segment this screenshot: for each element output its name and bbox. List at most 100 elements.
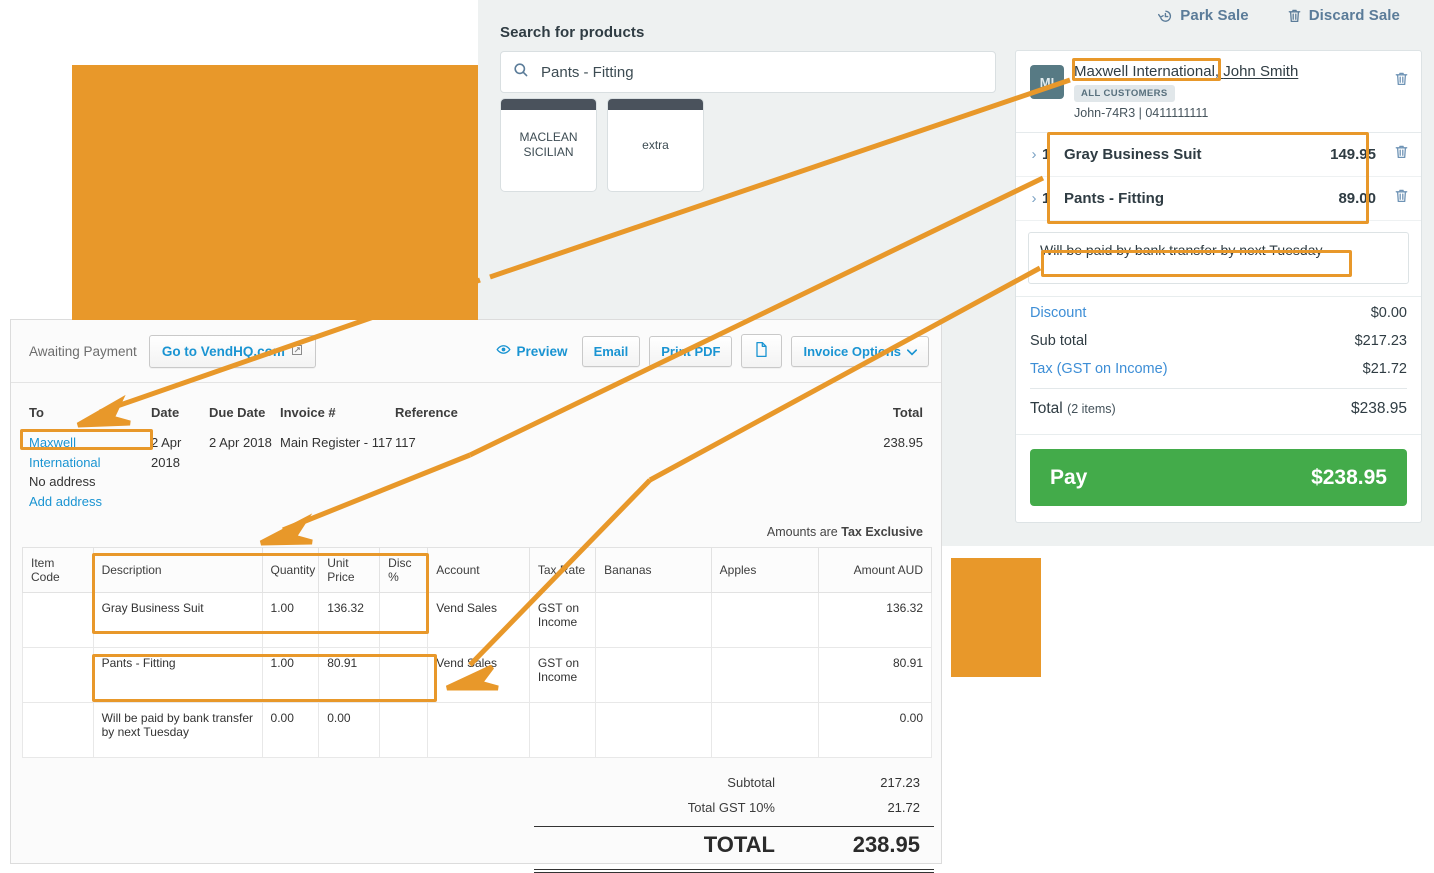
date-label: Date xyxy=(151,405,180,420)
due-date-value: 2 Apr 2018 xyxy=(209,435,272,450)
cell-apples xyxy=(710,702,819,758)
go-to-vendhq-button[interactable]: Go to VendHQ.com xyxy=(148,334,316,368)
invoice-total-column: Total 238.95 xyxy=(525,405,923,511)
cart-line-item[interactable]: › 1 Gray Business Suit 149.95 xyxy=(1016,133,1421,177)
sale-note-input[interactable]: Will be paid by bank transfer by next Tu… xyxy=(1028,232,1409,284)
product-tile[interactable]: MACLEAN SICILIAN xyxy=(500,98,597,192)
col-quantity: Quantity xyxy=(261,547,320,593)
cell-apples xyxy=(710,592,819,648)
preview-button[interactable]: Preview xyxy=(495,342,568,360)
invoice-reference-column: Reference 117 xyxy=(395,405,525,511)
cart-customer-row: MI Maxwell International, John Smith ALL… xyxy=(1016,51,1421,133)
tile-color-cap xyxy=(501,99,596,110)
cell-amount: 0.00 xyxy=(817,702,933,758)
remove-line-item-icon[interactable] xyxy=(1394,188,1409,209)
attach-file-button[interactable] xyxy=(741,334,783,368)
invoice-number-column: Invoice # Main Register - 117 xyxy=(280,405,395,511)
customer-name[interactable]: Maxwell International, John Smith xyxy=(1074,63,1388,80)
add-address-link[interactable]: Add address xyxy=(29,492,151,512)
annotation-redaction-block xyxy=(951,558,1041,677)
product-tile[interactable]: extra xyxy=(607,98,704,192)
col-disc: Disc % xyxy=(379,547,429,593)
totals-row-total: Total (2 items) $238.95 xyxy=(1030,388,1407,424)
table-row[interactable]: Gray Business Suit 1.00 136.32 Vend Sale… xyxy=(22,592,933,648)
invoice-gst-row: Total GST 10% 21.72 xyxy=(22,795,930,820)
tax-label[interactable]: Tax (GST on Income) xyxy=(1030,361,1168,377)
search-box[interactable] xyxy=(500,51,996,93)
cell-item-code xyxy=(22,647,94,703)
cart-line-item[interactable]: › 1 Pants - Fitting 89.00 xyxy=(1016,177,1421,221)
reference-value: 117 xyxy=(395,435,416,450)
remove-customer-icon[interactable] xyxy=(1394,71,1409,92)
cell-bananas xyxy=(595,702,712,758)
invoice-total-label: Total xyxy=(892,405,923,420)
cell-quantity: 1.00 xyxy=(261,647,320,703)
cell-disc xyxy=(379,702,429,758)
search-label: Search for products xyxy=(500,24,645,41)
line-item-price: 89.00 xyxy=(1338,190,1376,207)
cart-total-text: Total xyxy=(1030,400,1063,417)
cell-account xyxy=(427,702,530,758)
cart-total-label: Total (2 items) xyxy=(1030,400,1116,418)
invoice-table-header-row: Item Code Description Quantity Unit Pric… xyxy=(22,547,933,593)
line-item-qty: 1 xyxy=(1042,190,1051,207)
invoice-date-column: Date 2 Apr 2018 xyxy=(151,405,209,511)
search-icon xyxy=(513,62,529,83)
pay-button[interactable]: Pay $238.95 xyxy=(1030,449,1407,506)
cart-panel: MI Maxwell International, John Smith ALL… xyxy=(1015,50,1422,523)
line-item-name: Pants - Fitting xyxy=(1064,190,1164,207)
chevron-down-icon xyxy=(906,344,918,359)
cell-description: Gray Business Suit xyxy=(92,592,263,648)
customer-group-badge: ALL CUSTOMERS xyxy=(1074,85,1175,102)
invoice-subtotal-label: Subtotal xyxy=(727,775,775,790)
pos-topbar-actions: Park Sale Discard Sale xyxy=(1157,7,1400,24)
product-tile-label: extra xyxy=(642,137,669,152)
product-tile-label: MACLEAN SICILIAN xyxy=(519,130,578,159)
preview-label: Preview xyxy=(516,343,568,359)
table-row[interactable]: Will be paid by bank transfer by next Tu… xyxy=(22,702,933,758)
col-account: Account xyxy=(427,547,530,593)
cell-tax-rate: GST on Income xyxy=(528,647,597,703)
cart-total-item-count: (2 items) xyxy=(1067,402,1116,416)
invoice-to-column: To Maxwell International No address Add … xyxy=(29,405,151,511)
invoice-contact-name[interactable]: Maxwell International xyxy=(29,433,151,472)
totals-double-divider xyxy=(534,869,934,873)
cell-description: Pants - Fitting xyxy=(92,647,263,703)
invoice-gst-value: 21.72 xyxy=(887,800,920,815)
discard-sale-button[interactable]: Discard Sale xyxy=(1287,7,1400,24)
customer-separator: , xyxy=(1214,63,1224,80)
discount-label[interactable]: Discount xyxy=(1030,305,1086,321)
subtotal-label: Sub total xyxy=(1030,333,1088,349)
cell-bananas xyxy=(595,647,712,703)
pay-label: Pay xyxy=(1050,465,1088,489)
invoice-header: To Maxwell International No address Add … xyxy=(11,383,941,511)
invoice-gst-label: Total GST 10% xyxy=(687,800,775,815)
print-pdf-button[interactable]: Print PDF xyxy=(649,335,733,367)
chevron-right-icon[interactable]: › xyxy=(1026,146,1042,163)
file-page-icon xyxy=(755,341,768,361)
history-clock-icon xyxy=(1157,8,1173,24)
col-item-code: Item Code xyxy=(22,547,94,593)
line-item-name: Gray Business Suit xyxy=(1064,146,1202,163)
invoice-options-button[interactable]: Invoice Options xyxy=(791,335,929,367)
chevron-right-icon[interactable]: › xyxy=(1026,190,1042,207)
email-button[interactable]: Email xyxy=(581,335,641,367)
tile-color-cap xyxy=(608,99,703,110)
table-row[interactable]: Pants - Fitting 1.00 80.91 Vend Sales GS… xyxy=(22,647,933,703)
no-address-text: No address xyxy=(29,474,96,489)
customer-person: John Smith xyxy=(1223,63,1299,80)
product-search-column: Search for products xyxy=(500,24,1020,93)
cell-item-code xyxy=(22,592,94,648)
park-sale-button[interactable]: Park Sale xyxy=(1157,7,1249,24)
tax-note-prefix: Amounts are xyxy=(766,525,842,539)
customer-meta: John-74R3 | 0411111111 xyxy=(1074,106,1209,120)
avatar: MI xyxy=(1030,65,1064,99)
invoice-totals: Subtotal 217.23 Total GST 10% 21.72 TOTA… xyxy=(22,770,934,873)
go-to-vendhq-label: Go to VendHQ.com xyxy=(161,343,285,359)
search-input[interactable] xyxy=(539,62,983,82)
discount-value: $0.00 xyxy=(1370,305,1407,321)
cell-quantity: 0.00 xyxy=(261,702,320,758)
remove-line-item-icon[interactable] xyxy=(1394,144,1409,165)
date-value: 2 Apr 2018 xyxy=(151,435,182,470)
eye-icon xyxy=(495,342,511,360)
